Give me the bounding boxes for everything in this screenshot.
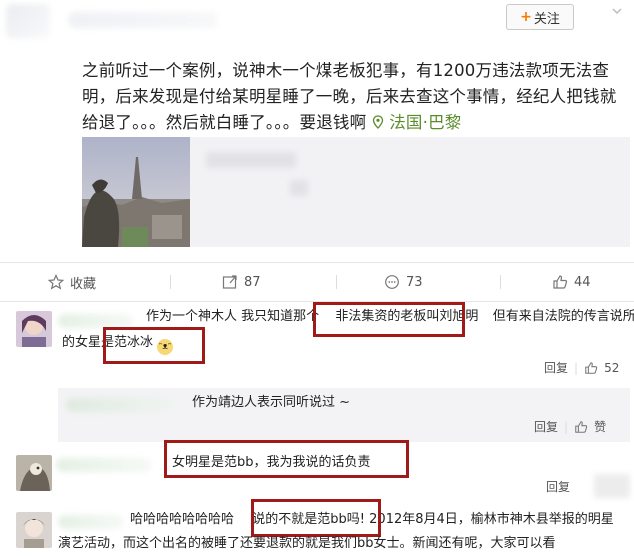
location-pin-icon: [372, 115, 383, 129]
card-thumbnail: [82, 137, 190, 247]
action-bar: 收藏 87 73 44: [0, 262, 634, 302]
reply-link[interactable]: 回复: [546, 478, 570, 495]
comment-icon: [385, 275, 399, 289]
repost-button[interactable]: 87: [222, 263, 261, 301]
follow-label: 关注: [533, 11, 560, 27]
comment-text-c: 演艺活动，而这个出名的被睡了还要退款的就是我们bb女士。新闻还有呢，大家可以看: [58, 536, 556, 551]
like-count: 44: [574, 274, 591, 290]
author-avatar[interactable]: [6, 4, 50, 38]
thumbs-up-icon[interactable]: [584, 361, 598, 375]
blurred-control: [594, 474, 630, 498]
commenter-name[interactable]: [58, 314, 134, 328]
replier-name[interactable]: [66, 398, 176, 412]
favorite-button[interactable]: 收藏: [48, 263, 96, 301]
favorite-label: 收藏: [70, 276, 97, 292]
post-body: 之前听过一个案例，说神木一个煤老板犯事，有1200万违法款项无法查明，后来发现是…: [82, 58, 630, 136]
comment-text-a: 哈哈哈哈哈哈哈哈: [130, 512, 235, 527]
highlight-box: [164, 440, 409, 478]
comment-meta: 回复: [546, 478, 570, 495]
commenter-name[interactable]: [58, 515, 124, 529]
star-icon: [48, 274, 64, 290]
comment-avatar[interactable]: [16, 512, 52, 548]
highlight-box: [103, 327, 205, 364]
card-title: [206, 152, 296, 168]
comment-count: 73: [406, 274, 423, 290]
repost-icon: [222, 275, 237, 289]
comment-text-a: 作为一个神木人 我只知道那个: [146, 309, 320, 324]
reply-text: 作为靖边人表示同听说过 ~: [192, 395, 351, 410]
location-link[interactable]: 法国·巴黎: [372, 113, 462, 132]
comment-avatar[interactable]: [16, 455, 52, 491]
comment-text-b: 2012年8月4日，榆林市神木县举报的明星: [369, 512, 614, 527]
repost-count: 87: [244, 274, 261, 290]
highlight-box: [251, 499, 381, 537]
commenter-name[interactable]: [56, 458, 152, 472]
comment-avatar[interactable]: [16, 311, 52, 347]
reply-link[interactable]: 回复: [534, 418, 558, 435]
like-label: 赞: [594, 420, 607, 434]
card-subtitle: [290, 180, 308, 196]
highlight-box: [313, 302, 465, 337]
comment-button[interactable]: 73: [384, 263, 423, 301]
plus-icon: +: [520, 9, 532, 25]
location-label: 法国·巴黎: [389, 113, 462, 132]
comment-like-count: 52: [604, 360, 620, 375]
follow-button[interactable]: + 关注: [506, 4, 574, 30]
like-button[interactable]: 44: [552, 263, 591, 301]
comment-text-b: 但有来自法院的传言说所谓: [492, 309, 634, 324]
chevron-down-icon[interactable]: [610, 4, 626, 20]
reply-meta: 回复 | 赞: [534, 418, 607, 435]
reply-link[interactable]: 回复: [544, 359, 568, 376]
author-name[interactable]: [68, 12, 218, 28]
comment-meta: 回复 | 52: [544, 359, 620, 376]
thumbs-up-icon[interactable]: [574, 420, 588, 434]
thumbs-up-icon: [553, 275, 568, 289]
post-text: 之前听过一个案例，说神木一个煤老板犯事，有1200万违法款项无法查明，后来发现是…: [82, 61, 617, 132]
